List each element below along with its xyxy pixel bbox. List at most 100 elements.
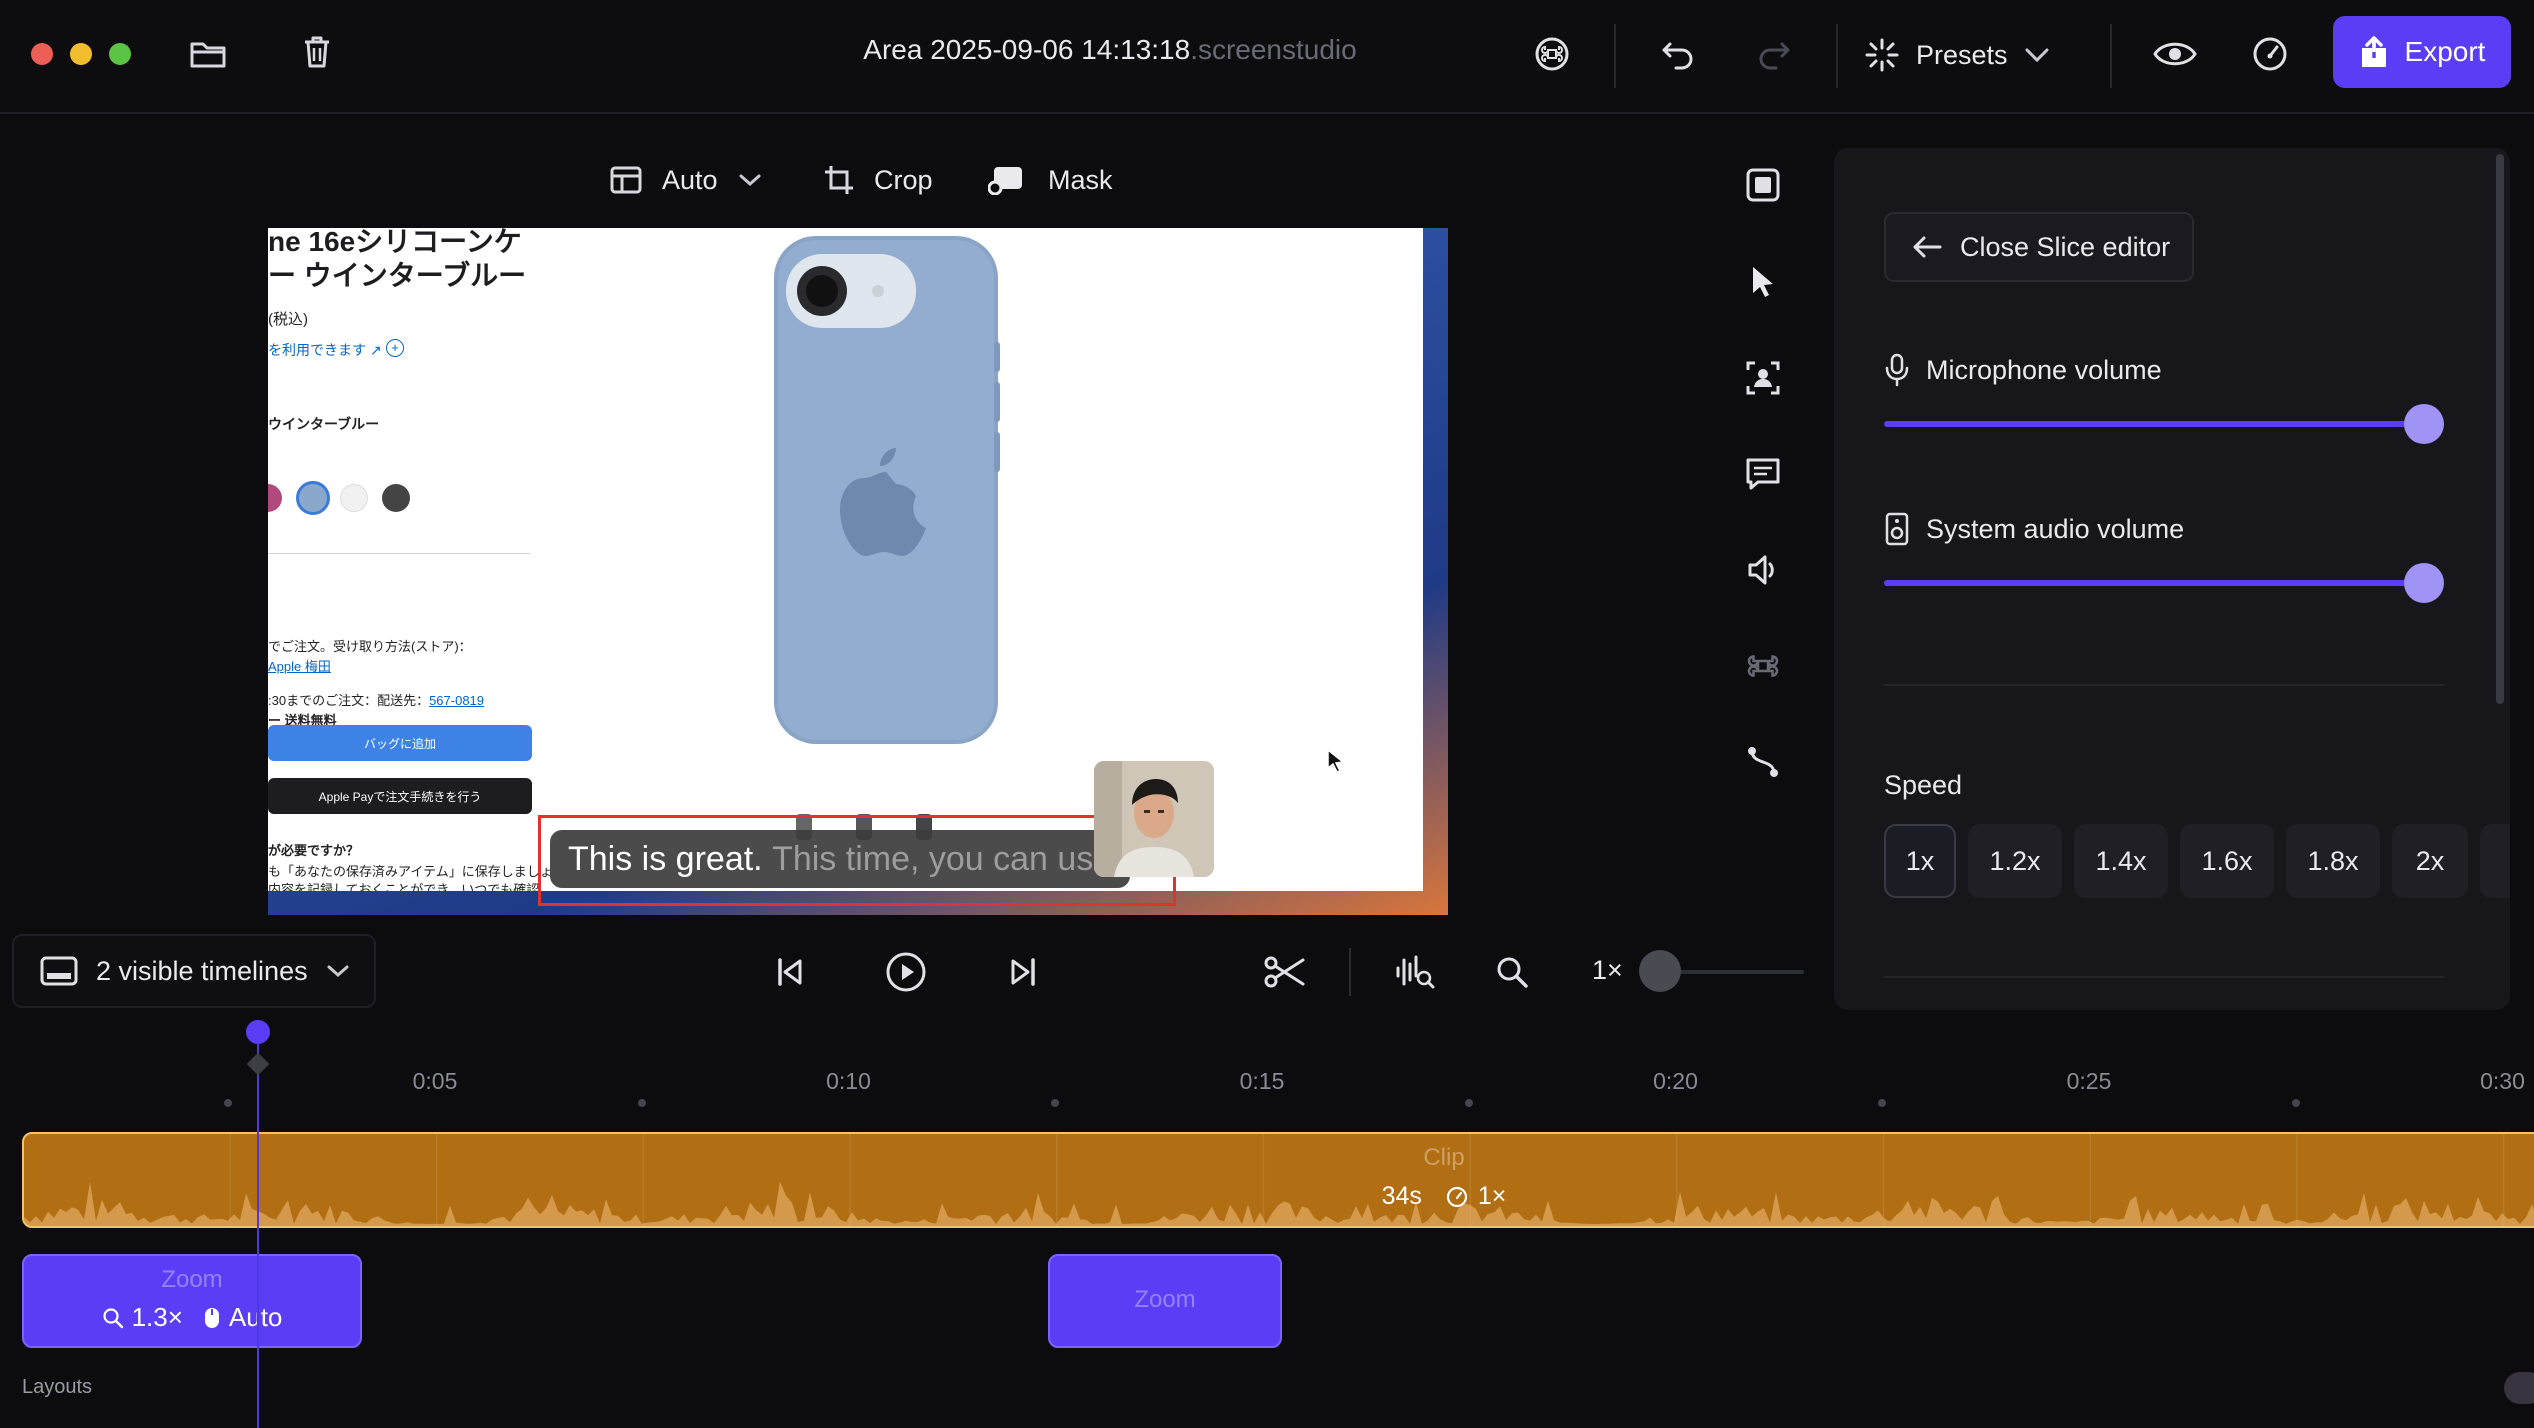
cursor-tool-icon[interactable]: [1743, 262, 1783, 302]
playhead-marker: [246, 1052, 270, 1076]
crop-button[interactable]: Crop: [824, 152, 933, 208]
timeline-tick-label: 0:30: [2480, 1068, 2525, 1094]
scissors-icon[interactable]: [1262, 950, 1308, 994]
animation-path-tool-icon[interactable]: [1743, 742, 1783, 782]
aspect-ratio-dropdown[interactable]: Auto: [610, 152, 762, 208]
playhead-handle[interactable]: [246, 1020, 270, 1044]
skip-back-icon[interactable]: [768, 950, 812, 994]
crop-icon: [825, 166, 853, 194]
timeline-tick-label: 0:15: [1239, 1068, 1285, 1094]
layout-icon: [610, 166, 642, 194]
microphone-volume-label: Microphone volume: [1926, 354, 2162, 385]
microphone-volume-slider[interactable]: [1884, 421, 2424, 427]
chevron-down-icon: [327, 965, 349, 978]
recorded-webpage: ne 16eシリコーンケ ー ウインターブルー (税込) を利用できます ↗ +…: [268, 228, 1423, 891]
speed-option-1.8x[interactable]: 1.8x: [2286, 824, 2380, 898]
speed-label: Speed: [1884, 770, 1963, 800]
section-divider: [1884, 684, 2444, 686]
mouse-icon: [204, 1307, 219, 1328]
sparkle-icon: [1865, 38, 1899, 72]
command-icon[interactable]: [1530, 32, 1574, 76]
microphone-volume-row: Microphone volume: [1884, 353, 2162, 387]
toolbar-divider: [2110, 24, 2112, 88]
audio-tool-icon[interactable]: [1743, 550, 1783, 590]
system-audio-volume-slider[interactable]: [1884, 580, 2424, 586]
background-tool-icon[interactable]: [1743, 165, 1783, 205]
clip-speed: 1×: [1477, 1182, 1507, 1210]
export-button[interactable]: Export: [2333, 16, 2511, 88]
play-icon[interactable]: [882, 948, 930, 996]
shortcuts-tool-icon[interactable]: [1743, 646, 1783, 686]
system-audio-volume-label: System audio volume: [1926, 513, 2185, 544]
store-link: Apple 梅田: [268, 659, 331, 674]
chevron-down-icon: [739, 174, 761, 187]
timeline-zoom-level: 1×: [1592, 955, 1623, 985]
postal-code-link: 567-0819: [429, 693, 485, 708]
toolbar-divider: [1836, 24, 1838, 88]
divider: [268, 553, 530, 554]
system-audio-volume-knob[interactable]: [2404, 563, 2444, 603]
speed-option-1.2x[interactable]: 1.2x: [1968, 824, 2062, 898]
timeline-tick-label: 0:10: [826, 1068, 871, 1094]
export-label: Export: [2404, 36, 2486, 67]
layouts-toggle[interactable]: [2504, 1372, 2534, 1404]
clip-track[interactable]: Clip 34s 1×: [22, 1132, 2534, 1228]
crop-label: Crop: [874, 164, 933, 195]
price-note: (税込): [268, 311, 308, 328]
clip-label: Clip: [1423, 1144, 1465, 1171]
project-name: Area 2025-09-06 14:13:18: [863, 34, 1191, 65]
skip-forward-icon[interactable]: [1001, 950, 1045, 994]
system-audio-volume-row: System audio volume: [1884, 512, 2184, 546]
zoom-block[interactable]: Zoom: [1048, 1254, 1282, 1348]
video-preview[interactable]: ne 16eシリコーンケ ー ウインターブルー (税込) を利用できます ↗ +…: [268, 228, 1448, 915]
plus-circle-icon: +: [386, 339, 404, 357]
speed-option-more[interactable]: [2480, 824, 2510, 898]
product-heading-line2: ー ウインターブルー: [268, 260, 527, 291]
chevron-down-icon: [2025, 48, 2049, 63]
redo-icon[interactable]: [1752, 32, 1796, 76]
timeline-zoom-knob[interactable]: [1639, 950, 1681, 992]
zoom-mode: Auto: [228, 1302, 283, 1332]
close-slice-editor-button[interactable]: Close Slice editor: [1884, 212, 2194, 282]
microphone-icon: [1885, 353, 1909, 387]
captions-tool-icon[interactable]: [1743, 454, 1783, 494]
presets-label: Presets: [1916, 39, 2008, 70]
apple-pay-note: を利用できます ↗: [268, 342, 382, 358]
timeline-zoom-slider[interactable]: [1664, 970, 1804, 974]
panel-scrollbar[interactable]: [2496, 154, 2504, 704]
clip-info: 34s 1×: [24, 1182, 2534, 1211]
layouts-label: Layouts: [22, 1376, 93, 1398]
mask-button[interactable]: Mask: [988, 152, 1113, 208]
timeline-minor-tick: [2291, 1099, 2300, 1107]
audio-waveform-zoom-icon[interactable]: [1392, 950, 1438, 994]
subtitle-spoken: This is great.: [568, 839, 763, 878]
camera-tool-icon[interactable]: [1743, 358, 1783, 398]
playhead[interactable]: [257, 1020, 259, 1428]
visible-timelines-dropdown[interactable]: 2 visible timelines: [12, 934, 376, 1008]
section-divider: [1884, 976, 2444, 978]
speed-option-1x[interactable]: 1x: [1884, 824, 1956, 898]
subtitle-caption[interactable]: This is great. This time, you can use: [550, 830, 1131, 888]
zoom-magnifier-icon[interactable]: [1490, 950, 1534, 994]
presets-dropdown[interactable]: Presets: [1864, 26, 2050, 84]
color-name: ウインターブルー: [268, 416, 380, 432]
undo-icon[interactable]: [1656, 32, 1700, 76]
microphone-volume-knob[interactable]: [2404, 404, 2444, 444]
webcam-overlay[interactable]: [1094, 761, 1214, 877]
visible-timelines-label: 2 visible timelines: [96, 955, 308, 986]
speed-option-2x[interactable]: 2x: [2392, 824, 2468, 898]
slice-editor-panel: Close Slice editor Microphone volume Sys…: [1834, 148, 2510, 1010]
speedometer-icon[interactable]: [2248, 32, 2292, 76]
speed-option-1.6x[interactable]: 1.6x: [2180, 824, 2274, 898]
delivery-time: :30までのご注文：配送先：: [268, 693, 430, 708]
swatch-white: [340, 484, 368, 512]
arrow-left-icon: [1913, 236, 1942, 258]
zoom-block-label: Zoom: [161, 1266, 223, 1293]
zoom-block[interactable]: Zoom 1.3× Auto: [22, 1254, 362, 1348]
subtitle-upcoming: This time, you can use: [772, 839, 1113, 878]
speed-option-1.4x[interactable]: 1.4x: [2074, 824, 2168, 898]
pickup-label: でご注文。受け取り方法(ストア)：: [268, 639, 472, 654]
magnifier-icon: [102, 1307, 123, 1328]
eye-icon[interactable]: [2152, 32, 2198, 76]
timeline-icon: [40, 956, 78, 986]
